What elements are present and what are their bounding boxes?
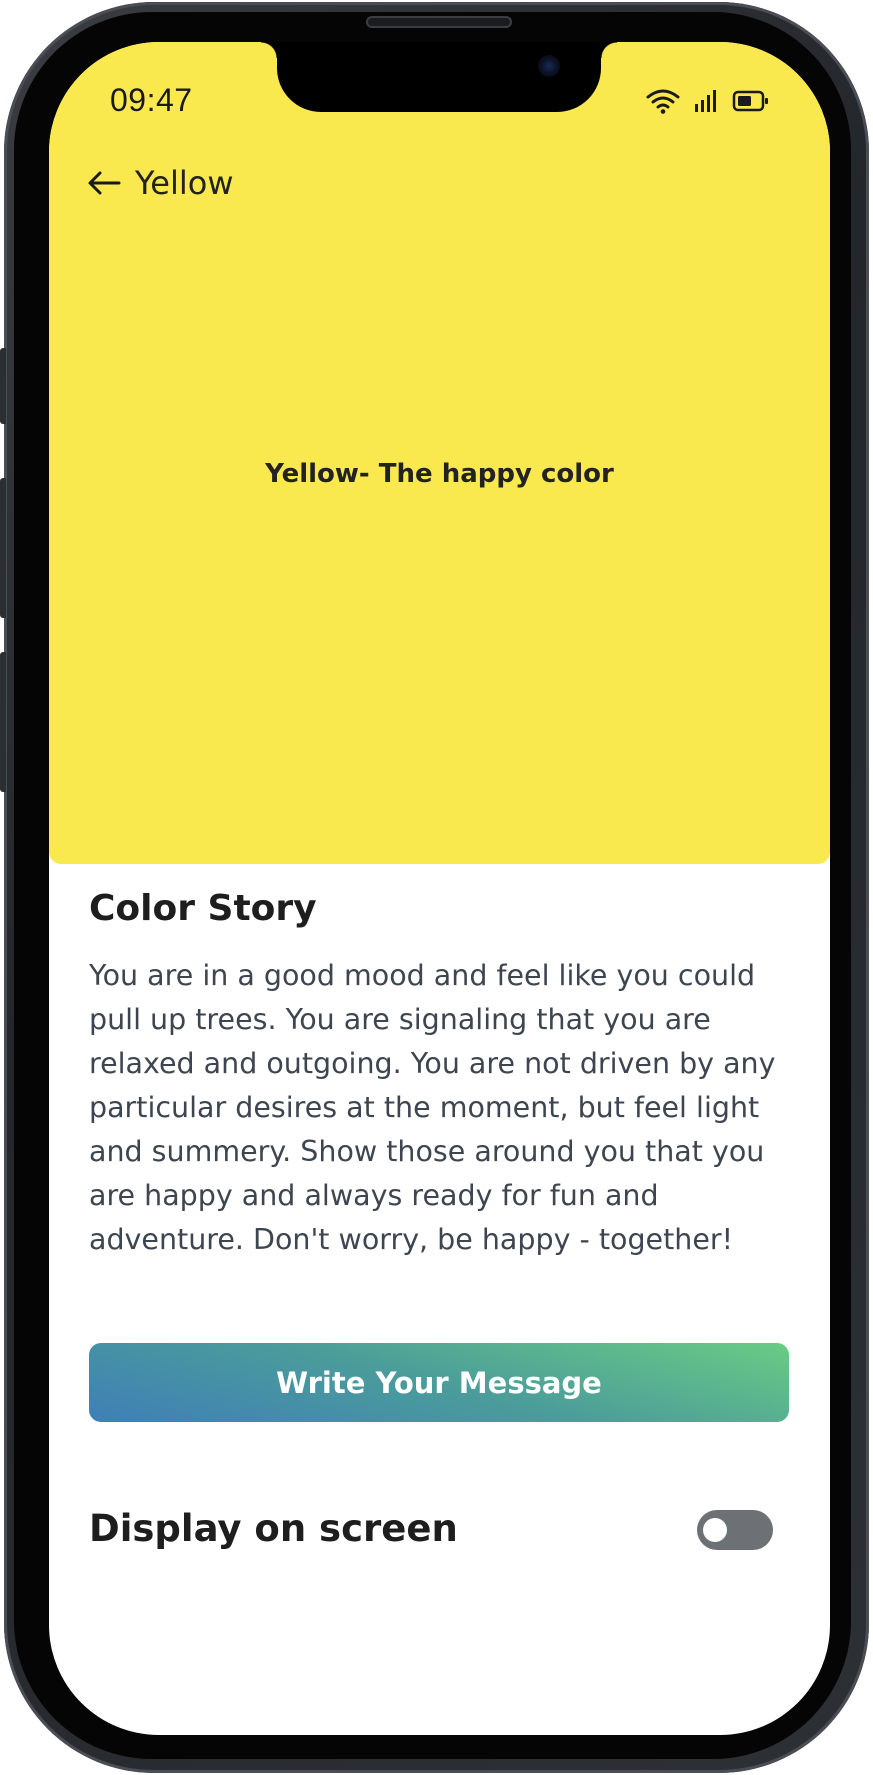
status-icons [646,88,770,114]
status-time: 09:47 [110,82,193,118]
silent-switch [0,348,6,424]
app-screen: Yellow- The happy color 09:47 Yellow Col… [49,42,830,1735]
color-story-body: You are in a good mood and feel like you… [89,959,776,1256]
volume-up-button [0,478,6,618]
cellular-signal-icon [695,90,716,112]
volume-down-button [0,652,6,792]
toggle-knob [703,1518,727,1542]
speaker-grille [366,16,512,28]
display-on-screen-label: Display on screen [89,1507,458,1550]
color-story-heading: Color Story [89,888,317,929]
battery-icon [732,90,768,112]
arrow-left-icon[interactable] [87,170,121,196]
display-notch [261,42,617,112]
back-navigation[interactable]: Yellow [87,164,234,202]
screen-title: Yellow [135,164,234,202]
write-message-button[interactable]: Write Your Message [89,1343,789,1422]
hero-title: Yellow- The happy color [265,459,614,489]
wifi-icon [646,89,680,114]
display-on-screen-toggle[interactable] [697,1510,773,1550]
front-camera [538,55,560,77]
